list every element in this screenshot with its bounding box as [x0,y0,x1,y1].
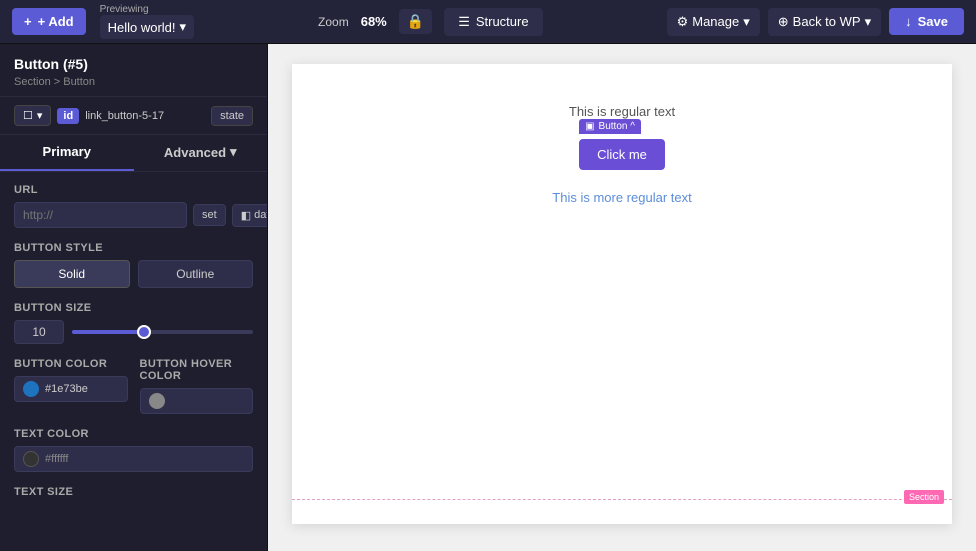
manage-chevron-icon: ▾ [743,14,750,30]
text-color-swatch [23,451,39,467]
sidebar-element-bar: ☐ ▾ id link_button-5-17 state [0,97,267,135]
advanced-chevron-icon: ▾ [230,144,237,160]
element-type-icon: ☐ [23,109,33,122]
section-label: Section [904,490,944,504]
size-row: 10 [14,320,253,344]
page-name: Hello world! [108,20,176,35]
canvas-inner: This is regular text ▣ Button ^ Click me… [292,64,952,524]
manage-button[interactable]: ⚙ Manage ▾ [667,8,760,36]
manage-icon: ⚙ [677,14,689,30]
structure-button[interactable]: ☰ Structure [444,8,542,36]
button-size-label: Button Size [14,302,253,314]
state-button[interactable]: state [211,106,253,126]
plus-icon: + [24,14,32,29]
topbar-left: + + Add Previewing Hello world! ▾ [12,4,194,39]
more-regular-text: This is more regular text [552,190,691,205]
canvas-content: This is regular text ▣ Button ^ Click me… [292,64,952,245]
click-me-button[interactable]: Click me [579,139,665,170]
outline-style-button[interactable]: Outline [138,260,254,288]
zoom-label: Zoom [318,15,349,29]
data-label: data [254,209,267,221]
button-toolbar-label: Button ^ [599,121,635,132]
button-toolbar-icon: ▣ [585,121,594,132]
element-id-value: link_button-5-17 [85,110,205,122]
structure-label: Structure [476,14,529,29]
button-style-row: Solid Outline [14,260,253,288]
sidebar: Button (#5) Section > Button ☐ ▾ id link… [0,44,268,551]
button-wrapper: ▣ Button ^ Click me [579,139,665,170]
topbar-center: Zoom 68% 🔒 ☰ Structure [202,8,659,36]
url-data-button[interactable]: ◧ data [232,204,267,227]
button-color-subgroup: Button Color #1e73be [14,358,128,414]
id-badge: id [57,108,79,124]
button-toolbar: ▣ Button ^ [579,119,641,134]
lock-button[interactable]: 🔒 [399,9,432,34]
text-color-label: Text Color [14,428,253,440]
hover-color-swatch [149,393,165,409]
button-color-label: Button Color [14,358,128,370]
sidebar-content: URL set ◧ data Button Style Solid Outlin… [0,172,267,551]
advanced-label: Advanced [164,145,226,160]
save-label: Save [918,14,948,29]
zoom-value: 68% [361,14,387,29]
topbar: + + Add Previewing Hello world! ▾ Zoom 6… [0,0,976,44]
tab-advanced[interactable]: Advanced ▾ [134,135,268,171]
url-input[interactable] [14,202,187,228]
button-style-group: Button Style Solid Outline [14,242,253,288]
button-color-value: #1e73be [45,383,88,395]
sidebar-breadcrumb: Section > Button [14,76,253,88]
solid-style-button[interactable]: Solid [14,260,130,288]
url-label: URL [14,184,253,196]
text-size-label: Text Size [14,486,253,498]
size-slider-track[interactable] [72,330,253,334]
add-button[interactable]: + + Add [12,8,86,35]
hover-color-field[interactable] [140,388,254,414]
slider-thumb[interactable] [137,325,151,339]
url-field-group: URL set ◧ data [14,184,253,228]
main-layout: Button (#5) Section > Button ☐ ▾ id link… [0,44,976,551]
text-size-group: Text Size [14,486,253,498]
section-divider: Section [292,499,952,504]
element-type-selector[interactable]: ☐ ▾ [14,105,51,126]
text-color-group: Text Color #ffffff [14,428,253,472]
size-value: 10 [14,320,64,344]
back-chevron-icon: ▾ [865,14,872,30]
back-to-wp-button[interactable]: ⊕ Back to WP ▾ [768,8,881,36]
hover-color-subgroup: Button Hover Color [140,358,254,414]
wp-icon: ⊕ [778,14,789,30]
topbar-right: ⚙ Manage ▾ ⊕ Back to WP ▾ ↓ Save [667,8,964,36]
chevron-down-icon: ▾ [180,19,187,35]
previewing-label: Previewing [100,4,194,15]
url-input-row: set ◧ data [14,202,253,228]
manage-label: Manage [692,14,739,29]
add-label: + Add [38,14,74,29]
sidebar-header: Button (#5) Section > Button [0,44,267,97]
data-icon: ◧ [241,209,251,222]
button-style-label: Button Style [14,242,253,254]
save-icon: ↓ [905,14,912,29]
button-size-group: Button Size 10 [14,302,253,344]
back-label: Back to WP [793,14,861,29]
url-set-button[interactable]: set [193,204,226,226]
slider-fill [72,330,144,334]
canvas: This is regular text ▣ Button ^ Click me… [268,44,976,551]
element-type-chevron: ▾ [37,109,43,122]
sidebar-title: Button (#5) [14,56,253,72]
button-color-group: Button Color #1e73be Button Hover Color [14,358,253,414]
previewing-block: Previewing Hello world! ▾ [100,4,194,39]
page-selector[interactable]: Hello world! ▾ [100,15,194,39]
text-color-field[interactable]: #ffffff [14,446,253,472]
button-color-swatch [23,381,39,397]
tab-primary[interactable]: Primary [0,135,134,171]
button-color-field[interactable]: #1e73be [14,376,128,402]
tabs: Primary Advanced ▾ [0,135,267,172]
regular-text: This is regular text [569,104,675,119]
text-color-value: #ffffff [45,453,244,465]
color-row: Button Color #1e73be Button Hover Color [14,358,253,414]
structure-icon: ☰ [458,14,470,30]
hover-color-label: Button Hover Color [140,358,254,382]
save-button[interactable]: ↓ Save [889,8,964,35]
